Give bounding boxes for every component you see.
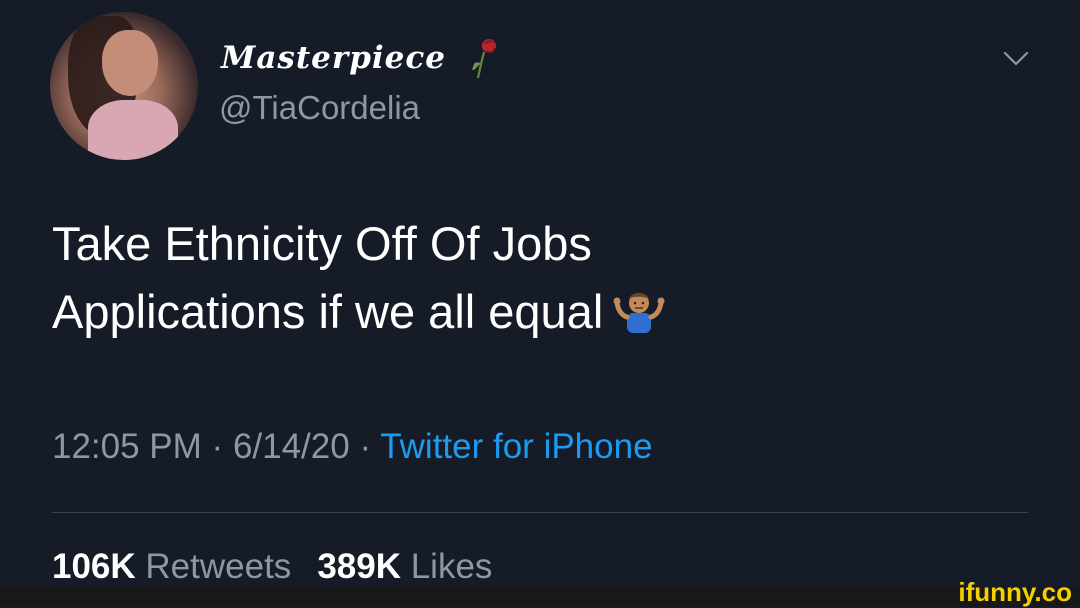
ifunny-watermark: ifunny.co (958, 577, 1072, 607)
tweet-card: Masterpiece @TiaCordelia Take Ethnicity … (0, 0, 1080, 587)
tweet-text-line-1: Take Ethnicity Off Of Jobs (52, 217, 592, 270)
likes-label: Likes (410, 547, 493, 586)
tweet-text: Take Ethnicity Off Of Jobs Applications … (52, 210, 1012, 346)
engagement-stats: 106K Retweets 389K Likes (52, 547, 492, 587)
avatar-face (102, 30, 158, 96)
display-name[interactable]: Masterpiece (221, 40, 446, 76)
user-handle[interactable]: @TiaCordelia (219, 89, 420, 127)
wilted-rose-icon (472, 39, 496, 79)
avatar[interactable] (50, 12, 198, 160)
tweet-time[interactable]: 12:05 PM (52, 427, 202, 466)
avatar-clothing (88, 100, 178, 160)
meta-separator: · (211, 427, 224, 466)
meta-separator: · (359, 427, 372, 466)
retweets-stat[interactable]: 106K Retweets (52, 547, 291, 586)
likes-count: 389K (317, 547, 401, 586)
likes-stat[interactable]: 389K Likes (317, 547, 492, 586)
person-shrugging-icon (613, 292, 665, 333)
chevron-down-icon[interactable] (1002, 50, 1030, 68)
tweet-source-link[interactable]: Twitter for iPhone (380, 427, 652, 466)
watermark-bar (0, 587, 1080, 606)
divider (52, 512, 1028, 513)
tweet-meta: 12:05 PM · 6/14/20 · Twitter for iPhone (52, 427, 653, 467)
retweets-count: 106K (52, 547, 136, 586)
retweets-label: Retweets (145, 547, 292, 586)
tweet-text-line-2-text: Applications if we all equal (52, 285, 604, 338)
tweet-date[interactable]: 6/14/20 (233, 427, 350, 466)
tweet-text-line-2: Applications if we all equal (52, 278, 1012, 346)
